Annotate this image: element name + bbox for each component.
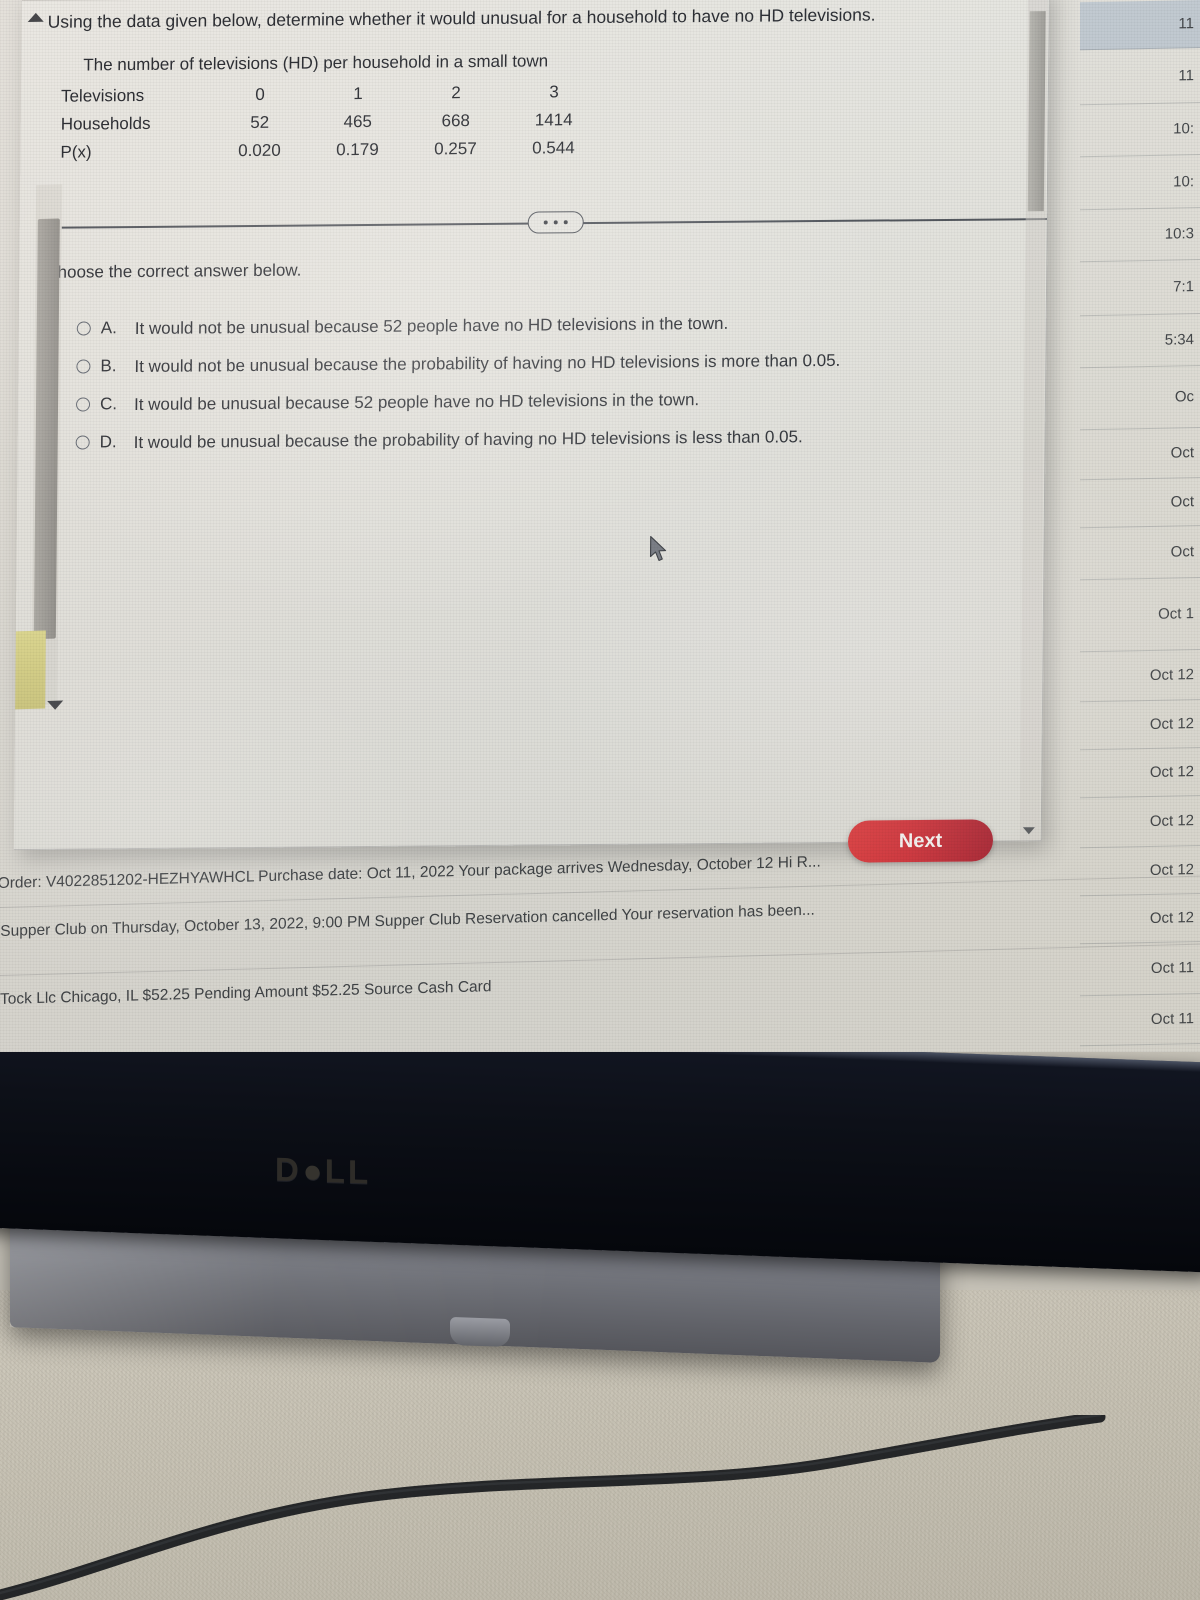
timestamp-item[interactable]: Oct 12	[1080, 748, 1200, 799]
scroll-down-arrow-icon[interactable]	[47, 700, 64, 710]
question-prompt: Using the data given below, determine wh…	[47, 4, 876, 32]
answer-option-d[interactable]: D. It would be unusual because the probab…	[75, 425, 1016, 455]
radio-button-icon[interactable]	[76, 359, 91, 374]
next-button[interactable]: Next	[847, 819, 994, 863]
timestamp-item[interactable]: Oct 12	[1080, 700, 1200, 751]
section-divider	[50, 204, 1050, 243]
households-value: 668	[441, 111, 471, 131]
timestamp-item[interactable]: Oct 12	[1080, 846, 1200, 897]
probability-value: 0.179	[336, 139, 379, 160]
probability-value: 0.257	[434, 139, 477, 159]
option-text: It would be unusual because 52 people ha…	[133, 390, 700, 415]
radio-button-icon[interactable]	[76, 321, 91, 336]
timestamp-item[interactable]: 10:	[1080, 155, 1200, 211]
row-label-households: Households	[60, 113, 151, 134]
option-letter: A.	[100, 318, 117, 338]
homework-question-window: Using the data given below, determine wh…	[13, 0, 1050, 851]
households-value: 465	[343, 111, 373, 132]
frequency-distribution-table: Televisions 0 1 2 3 Households 52 465 66…	[60, 78, 603, 167]
table-row-probability: P(x) 0.020 0.179 0.257 0.544	[60, 134, 602, 167]
yellow-edge-marker	[13, 630, 46, 710]
answer-option-c[interactable]: C. It would be unusual because 52 people …	[75, 387, 1016, 417]
answer-option-b[interactable]: B. It would not be unusual because the pr…	[76, 348, 1016, 378]
televisions-value: 1	[353, 84, 363, 104]
choose-answer-label: Choose the correct answer below.	[45, 260, 302, 282]
dot-icon	[553, 220, 558, 225]
probability-value: 0.544	[532, 138, 575, 158]
page-scrollbar-track[interactable]	[31, 184, 63, 706]
window-scrollbar-thumb[interactable]	[1027, 11, 1046, 212]
timestamp-item[interactable]: Oct 12	[1080, 796, 1200, 849]
timestamp-item[interactable]: 11	[1080, 48, 1200, 106]
answer-option-a[interactable]: A. It would not be unusual because 52 peo…	[76, 310, 1017, 340]
timestamp-item[interactable]: Oct	[1080, 428, 1200, 481]
monitor-stand-notch	[450, 1316, 510, 1348]
option-text: It would not be unusual because 52 peopl…	[134, 313, 729, 339]
dot-icon	[543, 220, 548, 225]
timestamp-item[interactable]: Oct 11	[1080, 942, 1200, 997]
households-value: 1414	[534, 110, 573, 130]
mouse-cursor-icon	[649, 535, 667, 562]
timestamp-item[interactable]: 7:1	[1080, 260, 1200, 317]
option-letter: C.	[99, 394, 118, 414]
timestamp-item[interactable]: 10:3	[1080, 208, 1200, 263]
scroll-up-arrow-icon[interactable]	[27, 12, 44, 22]
dell-logo: D●LL	[275, 1149, 372, 1191]
televisions-value: 3	[549, 82, 559, 102]
dot-icon	[563, 220, 568, 225]
timestamp-item[interactable]: 10:	[1080, 103, 1200, 158]
timestamp-item[interactable]: Oct	[1080, 526, 1200, 581]
answer-options-list: A. It would not be unusual because 52 peo…	[75, 310, 1016, 471]
timestamp-item[interactable]: Oct 1	[1080, 578, 1200, 653]
timestamp-item[interactable]: Oct 12	[1080, 894, 1200, 945]
window-scroll-down-icon[interactable]	[1022, 827, 1035, 835]
televisions-value: 2	[451, 83, 461, 103]
notification-list: delivery Order: V4022851202-HEZHYAWHCL P…	[0, 827, 1200, 1025]
timestamp-item[interactable]: 11	[1080, 0, 1200, 51]
probability-value: 0.020	[238, 140, 281, 161]
photograph-of-monitor: D●LL delivery Order: V4022851202-HEZHYAW…	[0, 0, 1200, 1600]
radio-button-icon[interactable]	[75, 397, 91, 412]
more-options-button[interactable]	[527, 211, 584, 234]
timestamp-column: 11 11 10: 10: 10:3 7:1 5:34 Oc Oct Oct Oct Oct 1 Oct…	[1080, 0, 1200, 1052]
row-label-televisions: Televisions	[60, 85, 145, 106]
row-label-probability: P(x)	[60, 142, 92, 162]
timestamp-item[interactable]: Oct 11	[1080, 994, 1200, 1047]
option-text: It would not be unusual because the prob…	[134, 350, 841, 377]
page-scrollbar-thumb[interactable]	[33, 218, 60, 640]
timestamp-item[interactable]: Oc	[1080, 366, 1200, 431]
option-letter: B.	[100, 356, 117, 376]
televisions-value: 0	[255, 84, 265, 104]
timestamp-item[interactable]: 5:34	[1080, 314, 1200, 369]
radio-button-icon[interactable]	[75, 435, 90, 450]
timestamp-item[interactable]: Oct	[1080, 478, 1200, 529]
monitor-screen: delivery Order: V4022851202-HEZHYAWHCL P…	[0, 0, 1200, 1052]
option-text: It would be unusual because the probabil…	[133, 427, 803, 453]
option-letter: D.	[99, 432, 117, 452]
households-value: 52	[250, 112, 270, 133]
data-table-title: The number of televisions (HD) per house…	[83, 51, 549, 75]
timestamp-item[interactable]: Oct 12	[1080, 650, 1200, 703]
